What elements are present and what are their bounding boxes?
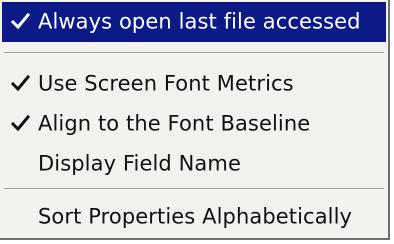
- menu-item-label: Display Field Name: [38, 151, 241, 176]
- menu-item-label: Always open last file accessed: [38, 9, 361, 34]
- menu-item-label: Sort Properties Alphabetically: [38, 204, 353, 229]
- menu-separator: [4, 52, 384, 54]
- checkmark-icon: [10, 11, 32, 33]
- menu-item-use-screen-font-metrics[interactable]: Use Screen Font Metrics: [2, 64, 386, 104]
- checkmark-icon: [10, 73, 32, 95]
- checkmark-icon: [10, 113, 32, 135]
- menu-item-always-open-last-file[interactable]: Always open last file accessed: [2, 2, 386, 42]
- menu-item-label: Use Screen Font Metrics: [38, 71, 294, 96]
- menu-item-sort-properties-alphabetically[interactable]: Sort Properties Alphabetically: [2, 197, 386, 237]
- menu-item-label: Align to the Font Baseline: [38, 111, 311, 136]
- menu-separator: [4, 188, 384, 190]
- menu-item-display-field-name[interactable]: Display Field Name: [2, 144, 386, 184]
- context-menu: Always open last file accessed Use Scree…: [0, 0, 390, 240]
- menu-item-align-to-font-baseline[interactable]: Align to the Font Baseline: [2, 104, 386, 144]
